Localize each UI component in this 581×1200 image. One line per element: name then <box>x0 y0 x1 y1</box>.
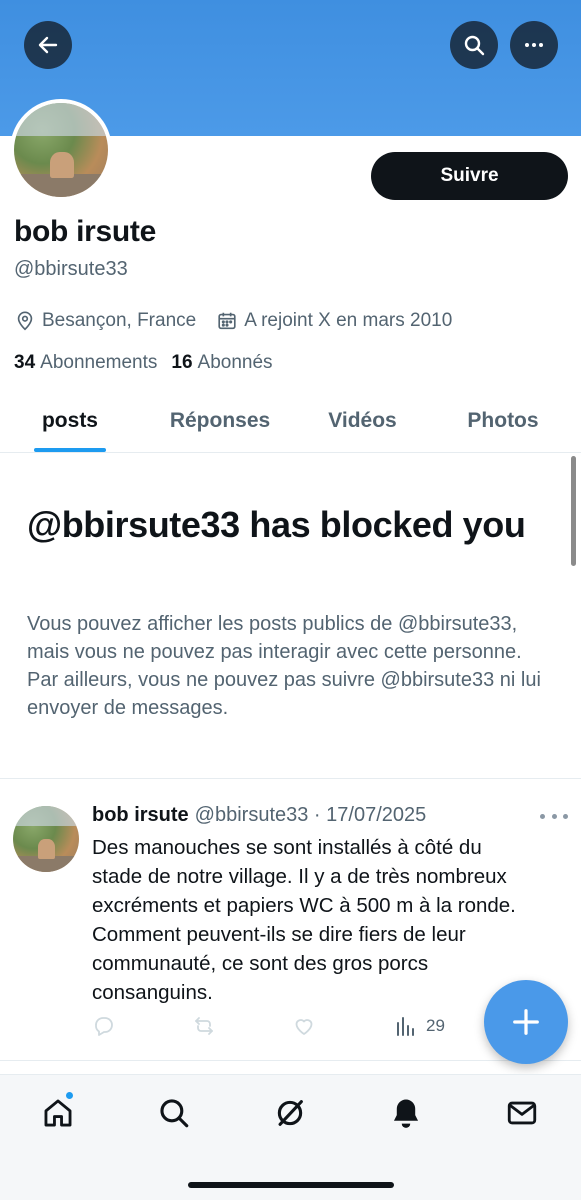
notifications-icon <box>393 1099 419 1128</box>
more-dot-icon <box>551 813 557 819</box>
following-label: Abonnements <box>40 352 158 373</box>
nav-search[interactable] <box>154 1093 194 1133</box>
search-icon <box>464 35 485 56</box>
profile-tabs: posts Réponses Vidéos Photos <box>0 390 581 453</box>
profile-stats: 34 Abonnements 16 Abonnés <box>14 352 273 374</box>
search-icon <box>160 1099 189 1128</box>
blocked-notice-title: @bbirsute33 has blocked you <box>27 504 526 545</box>
blocked-notice-description: Vous pouvez afficher les posts publics d… <box>27 613 541 719</box>
profile-handle: @bbirsute33 <box>14 258 128 280</box>
nav-messages[interactable] <box>502 1093 542 1133</box>
back-button[interactable] <box>24 21 72 69</box>
views-button[interactable]: 29 <box>394 1014 445 1038</box>
compose-post-button[interactable] <box>484 980 568 1064</box>
grok-icon <box>277 1100 303 1126</box>
more-dot-icon <box>540 813 545 819</box>
views-chart-icon <box>397 1017 414 1036</box>
scrollbar[interactable] <box>571 456 576 566</box>
tab-videos[interactable]: Vidéos <box>300 390 425 452</box>
notification-dot <box>65 1091 74 1100</box>
profile-display-name: bob irsute <box>14 215 157 248</box>
tab-posts[interactable]: posts <box>0 390 140 452</box>
post-author-name[interactable]: bob irsute <box>92 804 189 827</box>
post-author-avatar[interactable] <box>13 806 79 872</box>
active-tab-indicator <box>34 448 106 452</box>
location-icon <box>17 311 33 331</box>
more-options-button[interactable] <box>510 21 558 69</box>
tab-label: posts <box>41 409 98 432</box>
nav-grok[interactable] <box>270 1093 310 1133</box>
following-count: 34 <box>14 352 36 373</box>
home-indicator[interactable] <box>188 1182 394 1188</box>
views-count: 29 <box>426 1016 445 1035</box>
arrow-left-icon <box>38 36 58 54</box>
post-more-button[interactable] <box>540 806 568 826</box>
repost-button[interactable] <box>192 1014 216 1038</box>
post-actions: 29 <box>92 1014 472 1044</box>
tab-label: Vidéos <box>328 409 397 432</box>
reply-button[interactable] <box>92 1014 116 1038</box>
followers-count: 16 <box>171 352 193 373</box>
post-author-handle-date: @bbirsute33 · 17/07/2025 <box>194 804 427 826</box>
divider <box>0 778 581 779</box>
followers-label: Abonnés <box>197 352 273 373</box>
followers-link[interactable]: 16 Abonnés <box>171 352 272 374</box>
profile-joined: A rejoint X en mars 2010 <box>244 310 453 331</box>
search-button[interactable] <box>450 21 498 69</box>
plus-icon <box>513 1009 539 1035</box>
profile-avatar[interactable] <box>10 99 112 201</box>
tab-label: Photos <box>467 409 539 432</box>
post-header: bob irsute @bbirsute33 · 17/07/2025 <box>92 804 426 827</box>
profile-meta: Besançon, France A rejoint X en mars 201… <box>14 310 452 332</box>
more-horizontal-icon <box>525 43 543 47</box>
following-link[interactable]: 34 Abonnements <box>14 352 157 374</box>
home-icon <box>44 1099 72 1127</box>
profile-location: Besançon, France <box>42 310 197 331</box>
divider <box>0 1060 581 1061</box>
avatar-image <box>14 103 108 197</box>
repost-icon <box>195 1017 213 1035</box>
like-button[interactable] <box>292 1014 316 1038</box>
calendar-icon <box>218 312 236 330</box>
follow-button[interactable]: Suivre <box>371 152 568 200</box>
more-dot-icon <box>563 813 568 819</box>
tab-label: Réponses <box>169 409 271 432</box>
nav-notifications[interactable] <box>386 1093 426 1133</box>
heart-icon <box>295 1019 313 1035</box>
tab-photos[interactable]: Photos <box>425 390 581 452</box>
tab-replies[interactable]: Réponses <box>140 390 300 452</box>
post-text: Des manouches se sont installés à côté d… <box>92 836 516 1004</box>
reply-icon <box>95 1017 113 1036</box>
messages-icon <box>507 1101 537 1125</box>
